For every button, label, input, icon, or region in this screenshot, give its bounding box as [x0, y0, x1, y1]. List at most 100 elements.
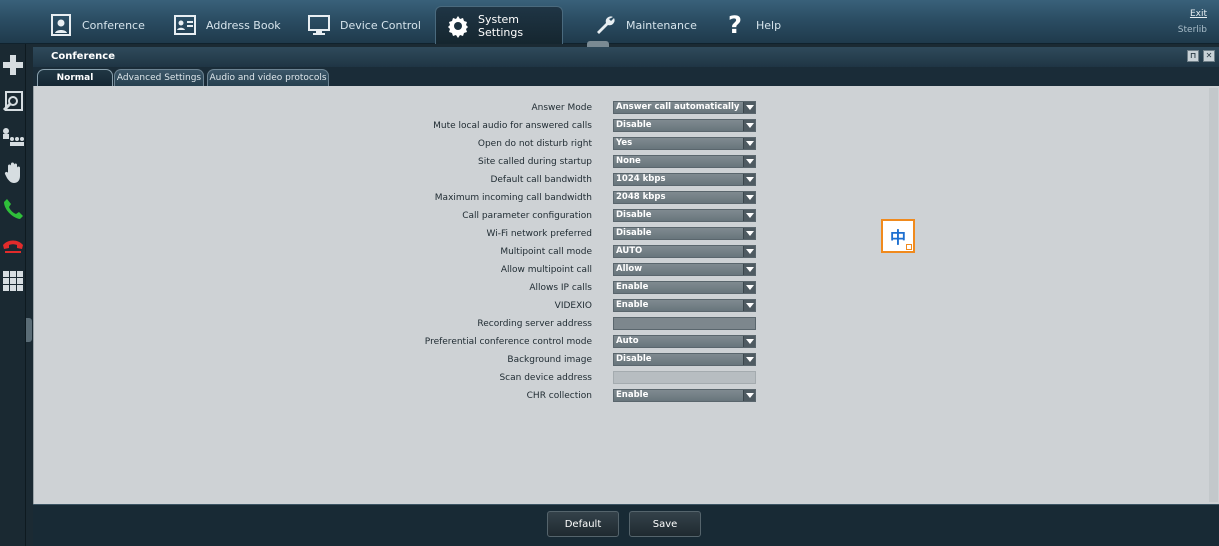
- nav-conference[interactable]: Conference: [38, 6, 155, 44]
- add-button[interactable]: [1, 52, 25, 78]
- setting-select[interactable]: Answer call automatically: [613, 101, 756, 114]
- wrench-icon: [592, 12, 618, 38]
- chevron-down-icon: [743, 156, 755, 167]
- setting-row: CHR collection Enable: [34, 389, 1219, 403]
- setting-row: Mute local audio for answered calls Disab…: [34, 119, 1219, 133]
- ime-indicator[interactable]: 中: [881, 219, 915, 253]
- panel-header: Conference ⊓ ✕: [33, 47, 1219, 67]
- setting-row: Wi-Fi network preferred Disable: [34, 227, 1219, 241]
- top-navigation-bar: Conference Address Book Device Control S…: [0, 0, 1219, 47]
- select-value: Disable: [616, 354, 652, 364]
- chevron-down-icon: [743, 390, 755, 401]
- select-value: AUTO: [616, 246, 643, 256]
- chevron-down-icon: [743, 120, 755, 131]
- tab-bar: Normal Advanced Settings Audio and video…: [33, 67, 1219, 86]
- setting-select[interactable]: Enable: [613, 299, 756, 312]
- setting-select[interactable]: Disable: [613, 209, 756, 222]
- setting-select[interactable]: Disable: [613, 227, 756, 240]
- hand-icon: [4, 162, 20, 183]
- tab-advanced-settings[interactable]: Advanced Settings: [114, 69, 204, 86]
- search-user-icon: [2, 91, 23, 112]
- default-button[interactable]: Default: [547, 511, 619, 537]
- setting-select[interactable]: 2048 kbps: [613, 191, 756, 204]
- nav-maintenance[interactable]: Maintenance: [582, 6, 707, 44]
- user-name: Sterlib: [1177, 25, 1207, 35]
- setting-select[interactable]: Disable: [613, 353, 756, 366]
- setting-select[interactable]: 1024 kbps: [613, 173, 756, 186]
- select-value: Yes: [616, 138, 633, 148]
- tab-audio-video-protocols[interactable]: Audio and video protocols: [207, 69, 329, 86]
- nav-label: System Settings: [478, 12, 524, 39]
- hand-button[interactable]: [1, 160, 25, 186]
- setting-select[interactable]: Auto: [613, 335, 756, 348]
- nav-label: Help: [756, 18, 782, 32]
- nav-system-settings[interactable]: System Settings: [435, 6, 563, 44]
- chevron-down-icon: [743, 282, 755, 293]
- select-value: Enable: [616, 300, 649, 310]
- setting-label: VIDEXIO: [554, 301, 592, 311]
- search-user-button[interactable]: [1, 88, 25, 114]
- hangup-icon: [3, 240, 23, 253]
- sidebar-collapse-handle[interactable]: [26, 318, 32, 342]
- chevron-down-icon: [743, 102, 755, 113]
- call-icon: [4, 199, 23, 219]
- save-button[interactable]: Save: [629, 511, 701, 537]
- setting-label: Open do not disturb right: [477, 139, 592, 149]
- settings-content: Answer Mode Answer call automatically Mute…: [33, 86, 1219, 504]
- vertical-scrollbar[interactable]: [1209, 88, 1218, 502]
- setting-label: Answer Mode: [531, 103, 592, 113]
- chevron-down-icon: [743, 192, 755, 203]
- setting-row: Answer Mode Answer call automatically: [34, 101, 1219, 115]
- nav-label: Conference: [82, 18, 145, 32]
- setting-select[interactable]: AUTO: [613, 245, 756, 258]
- nav-help[interactable]: ? Help: [712, 6, 791, 44]
- pin-icon[interactable]: ⊓: [1187, 50, 1199, 62]
- select-value: Disable: [616, 210, 652, 220]
- select-value: Answer call automatically: [616, 102, 740, 112]
- participants-button[interactable]: [1, 124, 25, 150]
- nav-label: Device Control: [340, 18, 421, 32]
- tab-normal[interactable]: Normal: [37, 69, 113, 86]
- hangup-button[interactable]: [1, 232, 25, 258]
- close-icon[interactable]: ✕: [1203, 50, 1215, 62]
- setting-row: Background image Disable: [34, 353, 1219, 367]
- nav-device-control[interactable]: Device Control: [296, 6, 431, 44]
- select-value: Auto: [616, 336, 639, 346]
- setting-label: Maximum incoming call bandwidth: [434, 193, 592, 203]
- setting-select[interactable]: Enable: [613, 389, 756, 402]
- nav-address-book[interactable]: Address Book: [162, 6, 291, 44]
- setting-row: VIDEXIO Enable: [34, 299, 1219, 313]
- gear-icon: [446, 13, 470, 39]
- select-value: None: [616, 156, 641, 166]
- setting-label: Preferential conference control mode: [424, 337, 592, 347]
- setting-select[interactable]: Disable: [613, 119, 756, 132]
- setting-label: Wi-Fi network preferred: [486, 229, 593, 239]
- setting-row: Call parameter configuration Disable: [34, 209, 1219, 223]
- recording-server-input[interactable]: [613, 317, 756, 330]
- chevron-down-icon: [743, 210, 755, 221]
- setting-select[interactable]: None: [613, 155, 756, 168]
- chevron-down-icon: [743, 354, 755, 365]
- setting-row: Allows IP calls Enable: [34, 281, 1219, 295]
- setting-row: Maximum incoming call bandwidth 2048 kbps: [34, 191, 1219, 205]
- setting-label: Allows IP calls: [529, 283, 592, 293]
- select-value: Disable: [616, 228, 652, 238]
- call-button[interactable]: [1, 196, 25, 222]
- chevron-down-icon: [743, 228, 755, 239]
- chevron-down-icon: [743, 300, 755, 311]
- participants-icon: [3, 128, 24, 146]
- exit-link[interactable]: Exit: [1178, 6, 1207, 22]
- grid-layout-button[interactable]: [1, 268, 25, 294]
- monitor-icon: [306, 12, 332, 38]
- setting-select[interactable]: Allow: [613, 263, 756, 276]
- setting-row: Preferential conference control mode Auto: [34, 335, 1219, 349]
- top-right-area: Exit Sterlib: [1178, 6, 1207, 38]
- setting-select[interactable]: Yes: [613, 137, 756, 150]
- select-value: Disable: [616, 120, 652, 130]
- conference-icon: [48, 12, 74, 38]
- chevron-down-icon: [743, 174, 755, 185]
- setting-select[interactable]: Enable: [613, 281, 756, 294]
- setting-label: Mute local audio for answered calls: [433, 121, 592, 131]
- setting-row: Multipoint call mode AUTO: [34, 245, 1219, 259]
- chevron-down-icon: [743, 264, 755, 275]
